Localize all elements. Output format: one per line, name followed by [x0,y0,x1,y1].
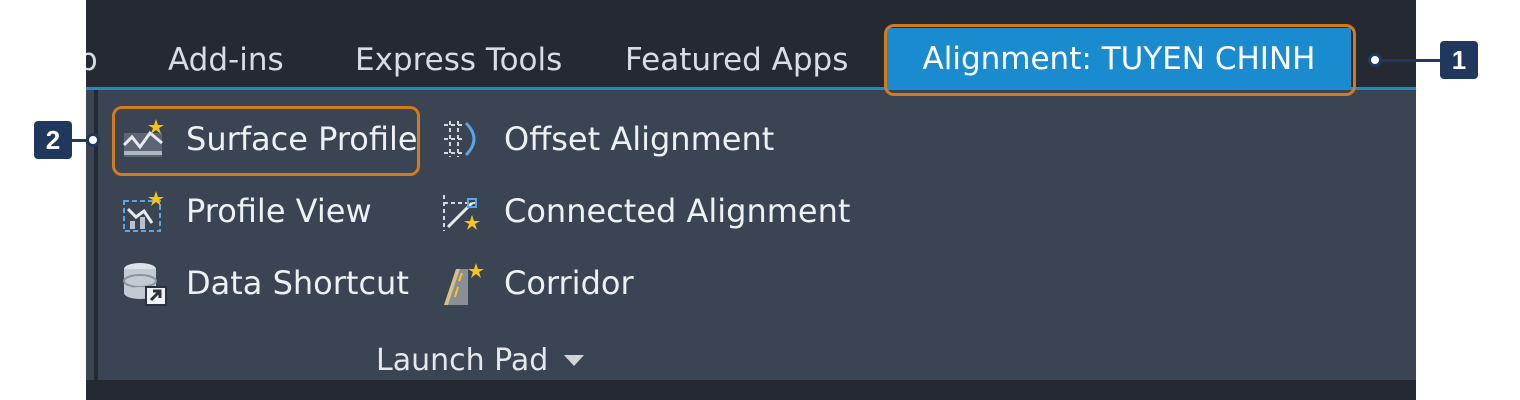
offset-alignment-button[interactable]: Offset Alignment [438,112,774,166]
callout-highlight-surface-profile [112,106,420,176]
connected-alignment-icon [443,195,480,231]
callout-1-dot [1368,53,1382,67]
ribbon-bottom-strip [86,380,1416,400]
callout-1-badge: 1 [1440,41,1478,79]
callout-2-badge: 2 [34,121,72,159]
tab-express-tools[interactable]: Express Tools [355,42,562,78]
tab-featured-apps[interactable]: Featured Apps [625,42,848,78]
profile-view-button[interactable]: Profile View [120,184,372,238]
data-shortcut-icon [123,263,167,306]
profile-view-label: Profile View [186,192,372,230]
callout-2-dot [86,133,100,147]
callout-highlight-alignment-tab [884,24,1356,96]
callout-1-leader-line [1382,59,1440,62]
panel-title-launch-pad[interactable]: Launch Pad [376,340,585,380]
callout-2-leader-line [72,139,86,142]
tab-partial[interactable]: p [86,42,98,78]
connected-alignment-label: Connected Alignment [504,192,851,230]
tab-add-ins[interactable]: Add-ins [168,42,284,78]
caret-down-icon[interactable] [564,354,585,366]
data-shortcut-button[interactable]: Data Shortcut [120,256,409,310]
offset-alignment-icon [444,121,476,157]
offset-alignment-label: Offset Alignment [504,120,775,158]
corridor-label: Corridor [504,264,634,302]
data-shortcut-label: Data Shortcut [186,264,409,302]
corridor-icon [444,263,484,305]
profile-view-icon [123,191,164,232]
corridor-button[interactable]: Corridor [438,256,634,310]
launch-pad-label: Launch Pad [376,342,549,378]
connected-alignment-button[interactable]: Connected Alignment [438,184,850,238]
